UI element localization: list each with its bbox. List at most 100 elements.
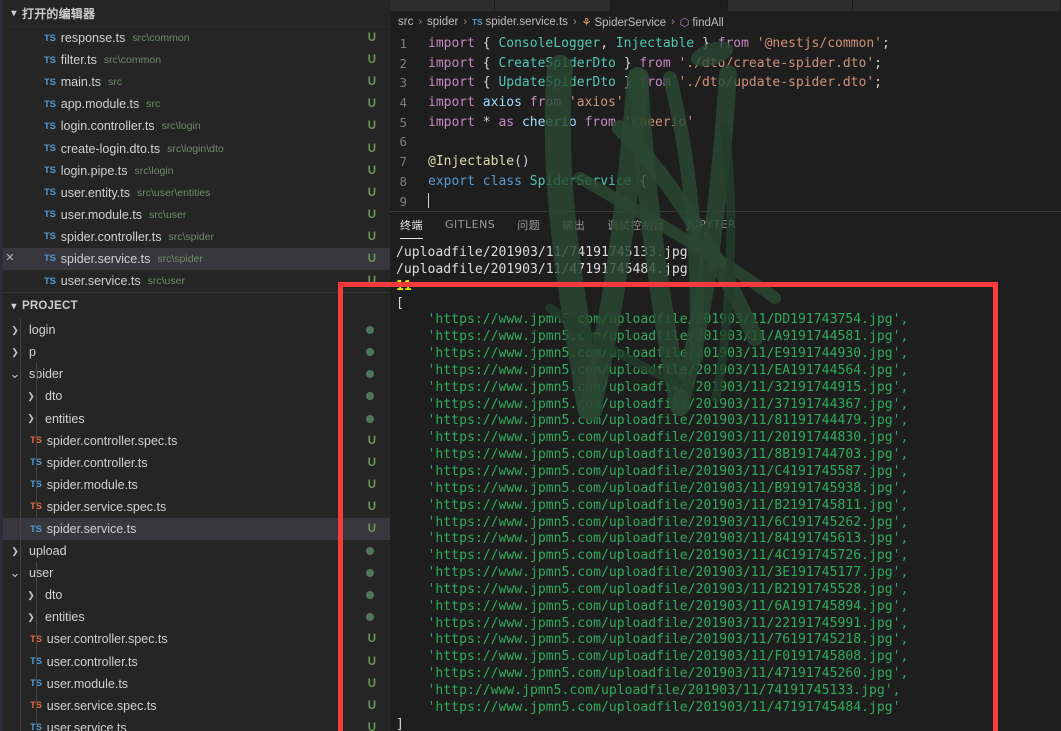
breadcrumb[interactable]: src › spider › TS spider.service.ts › ⚘ SpiderSe… [390, 11, 1061, 33]
tree-file-row[interactable]: TSspider.service.spec.tsU [0, 496, 390, 518]
breadcrumb-segment-3[interactable]: TS spider.service.ts [472, 16, 568, 28]
open-editors-section-header[interactable]: ▾ 打开的编辑器 [0, 0, 390, 26]
panel-tab-label: 终端 [400, 218, 423, 232]
tree-file-row[interactable]: TSuser.service.spec.tsU [0, 695, 390, 717]
code-line-text[interactable]: @Injectable() [428, 152, 1061, 172]
project-file-tree[interactable]: ❯login❯p⌄spider❯dto❯entitiesTSspider.con… [0, 319, 390, 731]
breadcrumb-separator-icon: › [671, 16, 675, 28]
breadcrumb-segment-5[interactable]: ⬡ findAll [680, 16, 724, 29]
git-status-badge: U [367, 230, 376, 243]
tree-file-row[interactable]: TSuser.module.tsU [0, 673, 390, 695]
terminal-url-line: 'https://www.jpmn5.com/uploadfile/201903… [427, 581, 909, 597]
terminal-url-line: 'https://www.jpmn5.com/uploadfile/201903… [427, 312, 909, 328]
panel-tab-label: JUPYTER [686, 218, 736, 231]
tree-file-row[interactable]: TSuser.service.tsU [0, 717, 390, 731]
typescript-file-icon: TS [44, 165, 56, 177]
code-line-text[interactable]: import { UpdateSpiderDto } from './dto/u… [428, 73, 1061, 93]
code-line-text[interactable] [428, 132, 1061, 152]
terminal-url-line: 'https://www.jpmn5.com/uploadfile/201903… [427, 497, 909, 513]
open-editor-item[interactable]: TS user.service.ts src\user U [0, 270, 390, 292]
editor-tab-stub[interactable] [728, 0, 853, 11]
panel-tab-1[interactable]: 终端 [400, 217, 423, 239]
open-editor-item[interactable]: TS spider.controller.ts src\spider U [0, 226, 390, 248]
typescript-file-icon: TS [44, 231, 56, 243]
tree-file-row[interactable]: TS spider.service.ts U [0, 517, 390, 541]
open-editor-item[interactable]: TS user.module.ts src\user U [0, 204, 390, 226]
editor-tab-stub[interactable] [853, 0, 1061, 11]
terminal-url-line: 'https://www.jpmn5.com/uploadfile/201903… [427, 699, 901, 715]
breadcrumb-separator-icon: › [572, 16, 577, 28]
breadcrumb-segment-1[interactable]: src [398, 16, 413, 28]
open-editor-filepath: src\login [134, 164, 174, 177]
tree-folder-row[interactable]: ❯ entities [0, 606, 390, 628]
project-section-header[interactable]: ▾ PROJECT [0, 293, 390, 320]
tree-file-row[interactable]: TSuser.controller.tsU [0, 651, 390, 673]
open-editor-item[interactable]: TS create-login.dto.ts src\login\dto U [0, 137, 390, 159]
tree-folder-row[interactable]: ❯ p [0, 341, 390, 363]
tree-file-row[interactable]: TSspider.module.tsU [0, 474, 390, 496]
tree-folder-row[interactable]: ❯ entities [0, 408, 390, 430]
open-editors-list[interactable]: TS response.ts src\common U TS filter.ts src\c… [0, 27, 390, 293]
open-editor-item[interactable]: TS response.ts src\common U [0, 27, 390, 49]
code-line-text[interactable]: export class SpiderService { [428, 172, 1061, 192]
typescript-file-icon: TS [44, 32, 56, 44]
panel-tab-4[interactable]: 输出 [562, 217, 585, 238]
panel-tab-6[interactable]: JUPYTER [687, 218, 736, 236]
git-status-badge: U [367, 252, 376, 265]
tree-folder-row[interactable]: ⌄ spider [0, 363, 390, 385]
editor-tab-stub[interactable] [495, 0, 611, 11]
code-line-text[interactable]: import { ConsoleLogger, Injectable } fro… [428, 34, 1061, 54]
tree-folder-row[interactable]: ❯ dto [0, 584, 390, 606]
git-status-badge: U [367, 76, 376, 89]
code-line-text[interactable]: import { CreateSpiderDto } from './dto/c… [428, 54, 1061, 74]
editor-tab-stub[interactable] [390, 0, 495, 11]
editor-tab-strip[interactable] [390, 0, 1061, 11]
chevron-down-icon[interactable]: ▾ [6, 5, 22, 21]
terminal-url-line: 'https://www.jpmn5.com/uploadfile/201903… [427, 396, 909, 412]
code-line-text[interactable]: import * as cheerio from 'cheerio' [428, 113, 1061, 133]
panel-tab-3[interactable]: 问题 [517, 217, 540, 238]
open-editor-item[interactable]: TS main.ts src U [0, 71, 390, 93]
open-editor-item[interactable]: TS app.module.ts src U [0, 93, 390, 115]
terminal-url-line: 'https://www.jpmn5.com/uploadfile/201903… [427, 666, 909, 682]
tree-file-row[interactable]: TSspider.controller.tsU [0, 452, 390, 474]
chevron-down-icon[interactable]: ▾ [6, 298, 22, 314]
tree-folder-row[interactable]: ❯ upload [0, 540, 390, 562]
tree-folder-row[interactable]: ⌄ user [0, 562, 390, 584]
line-number: 7 [399, 154, 407, 170]
open-editor-item[interactable]: ✕ TS spider.service.ts src\spider U [0, 247, 390, 271]
code-editor[interactable]: 1 import { ConsoleLogger, Injectable } fr… [390, 33, 1061, 211]
code-line-text[interactable]: import axios from 'axios' [428, 93, 1061, 113]
typescript-file-icon: TS [44, 209, 56, 221]
code-line-text[interactable] [428, 192, 1061, 212]
close-icon[interactable]: ✕ [0, 253, 20, 264]
panel-tab-5[interactable]: 调试控制台 [607, 217, 665, 238]
panel-tab-2[interactable]: GITLENS [445, 218, 495, 236]
tree-folder-row[interactable]: ❯ login [0, 319, 390, 341]
tree-file-row[interactable]: TSspider.controller.spec.tsU [0, 430, 390, 452]
tree-file-row[interactable]: TSuser.controller.spec.tsU [0, 628, 390, 650]
git-status-badge: U [367, 478, 376, 491]
git-status-badge: U [367, 120, 376, 133]
tree-indent-guide [36, 562, 37, 731]
tree-file-name: user.controller.spec.ts [46, 632, 168, 647]
open-editor-filename: filter.ts [60, 53, 97, 68]
tree-file-name: user.module.ts [46, 676, 129, 691]
breadcrumb-segment-2[interactable]: spider [427, 16, 458, 28]
open-editor-filename: spider.service.ts [60, 251, 151, 266]
open-editor-item[interactable]: TS user.entity.ts src\user\entities U [0, 182, 390, 204]
editor-tab-active-stub[interactable] [611, 0, 728, 11]
panel-tab-bar[interactable]: 终端 GITLENS 问题 输出 调试控制台 JUPYTER [390, 212, 1061, 242]
line-number: 6 [399, 134, 407, 150]
code-line: 1 import { ConsoleLogger, Injectable } fr… [390, 34, 1061, 54]
tree-folder-row[interactable]: ❯ dto [0, 385, 390, 407]
open-editor-item[interactable]: TS login.pipe.ts src\login U [0, 160, 390, 182]
terminal-output[interactable]: /uploadfile/201903/11/74191745133.jpg/up… [390, 242, 1061, 731]
open-editor-item[interactable]: TS filter.ts src\common U [0, 49, 390, 71]
open-editor-item[interactable]: TS login.controller.ts src\login U [0, 115, 390, 137]
breadcrumb-segment-4[interactable]: ⚘ SpiderService [582, 16, 666, 29]
tree-folder-name: login [29, 323, 56, 338]
terminal-url-line: 'https://www.jpmn5.com/uploadfile/201903… [427, 329, 909, 345]
line-number: 4 [399, 95, 407, 111]
terminal-url-line: 'https://www.jpmn5.com/uploadfile/201903… [427, 346, 909, 362]
